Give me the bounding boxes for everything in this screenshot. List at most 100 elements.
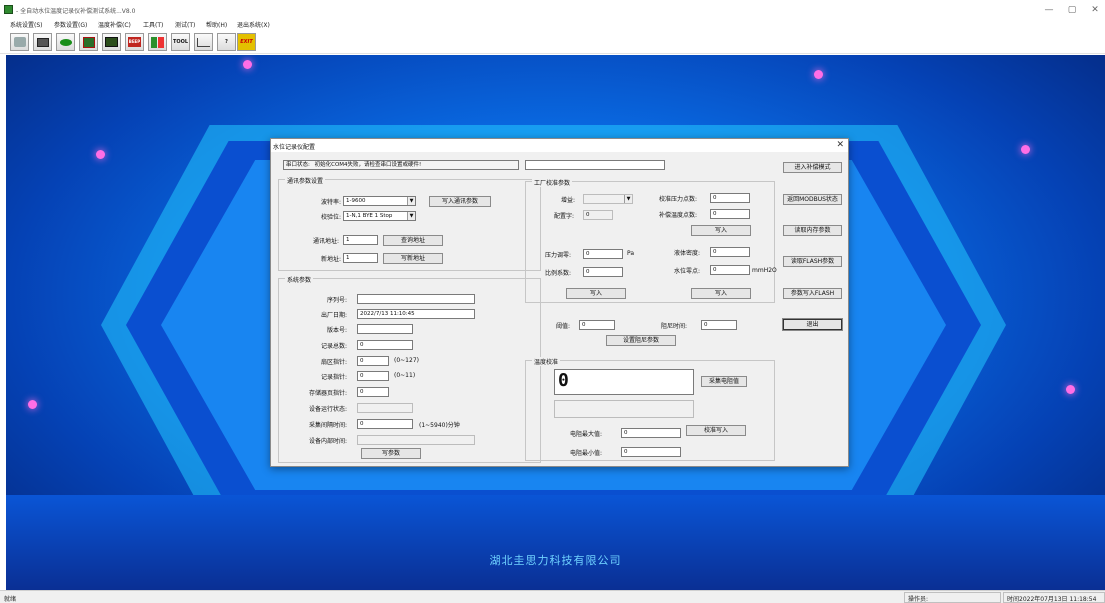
max-resistance-field[interactable]: 0 <box>621 428 681 438</box>
sector-field[interactable]: 0 <box>357 356 389 366</box>
ratio-field[interactable]: 0 <box>583 267 623 277</box>
flag-icon[interactable] <box>148 33 167 51</box>
date-field[interactable]: 2022/7/13 11:10:45 <box>357 309 475 319</box>
menu-exit[interactable]: 退出系统(X) <box>237 20 270 29</box>
date-label: 出厂日期: <box>321 312 348 319</box>
run-field <box>357 403 413 413</box>
gain-select[interactable]: ▼ <box>583 194 633 204</box>
threshold-field[interactable]: 0 <box>579 320 615 330</box>
page-field[interactable]: 0 <box>357 387 389 397</box>
serial-label: 序列号: <box>327 297 348 304</box>
enter-comp-mode-button[interactable]: 进入补偿模式 <box>783 162 842 173</box>
write-params-button[interactable]: 写参数 <box>361 448 421 459</box>
window-title: - 全自动水位温度记录仪补偿测试系统...V8.0 <box>16 8 136 15</box>
interval-field[interactable]: 0 <box>357 419 413 429</box>
return-modbus-button[interactable]: 返回MODBUS状态 <box>783 194 842 205</box>
devtime-label: 设备内部时间: <box>309 438 348 445</box>
resistance-display-value: 0 <box>558 370 569 391</box>
zero-unit: mmH2O <box>752 267 777 274</box>
temp-points-field[interactable]: 0 <box>710 209 750 219</box>
light-dot <box>96 150 105 159</box>
menu-system[interactable]: 系统设置(S) <box>10 20 43 29</box>
company-name: 湖北圭思力科技有限公司 <box>489 554 622 567</box>
menu-test[interactable]: 测试(T) <box>175 20 195 29</box>
read-flash-button[interactable]: 读取FLASH参数 <box>783 256 842 267</box>
light-dot <box>1066 385 1075 394</box>
config-label: 配置字: <box>554 213 575 220</box>
serial-field[interactable] <box>357 294 475 304</box>
damping-field[interactable]: 0 <box>701 320 737 330</box>
minimize-button[interactable]: — <box>1040 4 1058 16</box>
dialog-title-bar: 水位记录仪配置 ✕ <box>271 139 848 152</box>
zero-field[interactable]: 0 <box>710 265 750 275</box>
cal-points-label: 校准压力点数: <box>659 196 698 203</box>
check-select[interactable]: 1-N,1 BYE 1 Stop ▼ <box>343 211 416 221</box>
rec-range: (0~11) <box>394 372 416 379</box>
min-resistance-label: 电阻最小值: <box>570 450 603 457</box>
dialog-close-icon[interactable]: ✕ <box>836 140 844 150</box>
config-field: 0 <box>583 210 613 220</box>
connect-icon[interactable] <box>10 33 29 51</box>
maximize-button[interactable]: ▢ <box>1063 4 1081 16</box>
help-icon[interactable]: ? <box>217 33 236 51</box>
gain-label: 增益: <box>561 197 576 204</box>
temp-status-field <box>554 400 694 418</box>
write-button-2[interactable]: 写入 <box>566 288 626 299</box>
menu-help[interactable]: 帮助(H) <box>206 20 227 29</box>
status-bar: 就绪 操作员: 时间2022年07月13日 11:18:54 <box>0 590 1105 603</box>
pressure-label: 压力调零: <box>545 252 572 259</box>
chart-icon[interactable] <box>79 33 98 51</box>
cal-write-button[interactable]: 校准写入 <box>686 425 746 436</box>
damping-label: 阻尼时间: <box>661 323 688 330</box>
sector-label: 扇区指针: <box>321 359 348 366</box>
newaddr-label: 新地址: <box>321 256 342 263</box>
cal-points-field[interactable]: 0 <box>710 193 750 203</box>
rec-label: 记录指针: <box>321 374 348 381</box>
read-memory-button[interactable]: 读取内存参数 <box>783 225 842 236</box>
floor <box>6 495 1105 590</box>
temp-points-label: 补偿温度点数: <box>659 212 698 219</box>
grid-icon[interactable] <box>102 33 121 51</box>
light-dot <box>243 60 252 69</box>
close-button[interactable]: ✕ <box>1086 4 1104 16</box>
min-resistance-field[interactable]: 0 <box>621 447 681 457</box>
write-button-3[interactable]: 写入 <box>691 288 751 299</box>
menu-temp-comp[interactable]: 温度补偿(C) <box>98 20 131 29</box>
baud-select[interactable]: 1-9600 ▼ <box>343 196 416 206</box>
curve-icon[interactable] <box>194 33 213 51</box>
rec-field[interactable]: 0 <box>357 371 389 381</box>
check-label: 校验位: <box>321 214 342 221</box>
ver-label: 版本号: <box>327 327 348 334</box>
write-flash-button[interactable]: 参数写入FLASH <box>783 288 842 299</box>
computer-icon[interactable] <box>33 33 52 51</box>
density-label: 液体密度: <box>674 250 701 257</box>
light-dot <box>28 400 37 409</box>
newaddr-field[interactable]: 1 <box>343 253 378 263</box>
menu-params[interactable]: 参数设置(G) <box>54 20 87 29</box>
query-addr-button[interactable]: 查询地址 <box>383 235 443 246</box>
run-label: 设备运行状态: <box>309 406 348 413</box>
collect-resistance-button[interactable]: 采集电阻值 <box>701 376 747 387</box>
exit-icon[interactable]: EXIT <box>237 33 256 51</box>
sys-params-legend: 系统参数 <box>285 275 314 284</box>
write-button-1[interactable]: 写入 <box>691 225 751 236</box>
eye-icon[interactable] <box>56 33 75 51</box>
density-field[interactable]: 0 <box>710 247 750 257</box>
menu-tools[interactable]: 工具(T) <box>143 20 163 29</box>
temp-cal-legend: 温度校准 <box>532 357 561 366</box>
exit-button[interactable]: 退出 <box>782 318 843 331</box>
total-field[interactable]: 0 <box>357 340 413 350</box>
write-comm-params-button[interactable]: 写入通讯参数 <box>429 196 491 207</box>
pressure-field[interactable]: 0 <box>583 249 623 259</box>
tool-icon[interactable]: TOOL <box>171 33 190 51</box>
set-damping-button[interactable]: 设置阻尼参数 <box>606 335 676 346</box>
ver-field[interactable] <box>357 324 413 334</box>
app-icon <box>4 5 13 14</box>
write-newaddr-button[interactable]: 写新地址 <box>383 253 443 264</box>
addr-field[interactable]: 1 <box>343 235 378 245</box>
chevron-down-icon: ▼ <box>624 195 632 203</box>
top-right-field[interactable] <box>525 160 665 170</box>
pressure-unit: Pa <box>627 250 635 257</box>
title-bar: - 全自动水位温度记录仪补偿测试系统...V8.0 — ▢ ✕ <box>0 0 1105 18</box>
beep-icon[interactable]: BEEP <box>125 33 144 51</box>
